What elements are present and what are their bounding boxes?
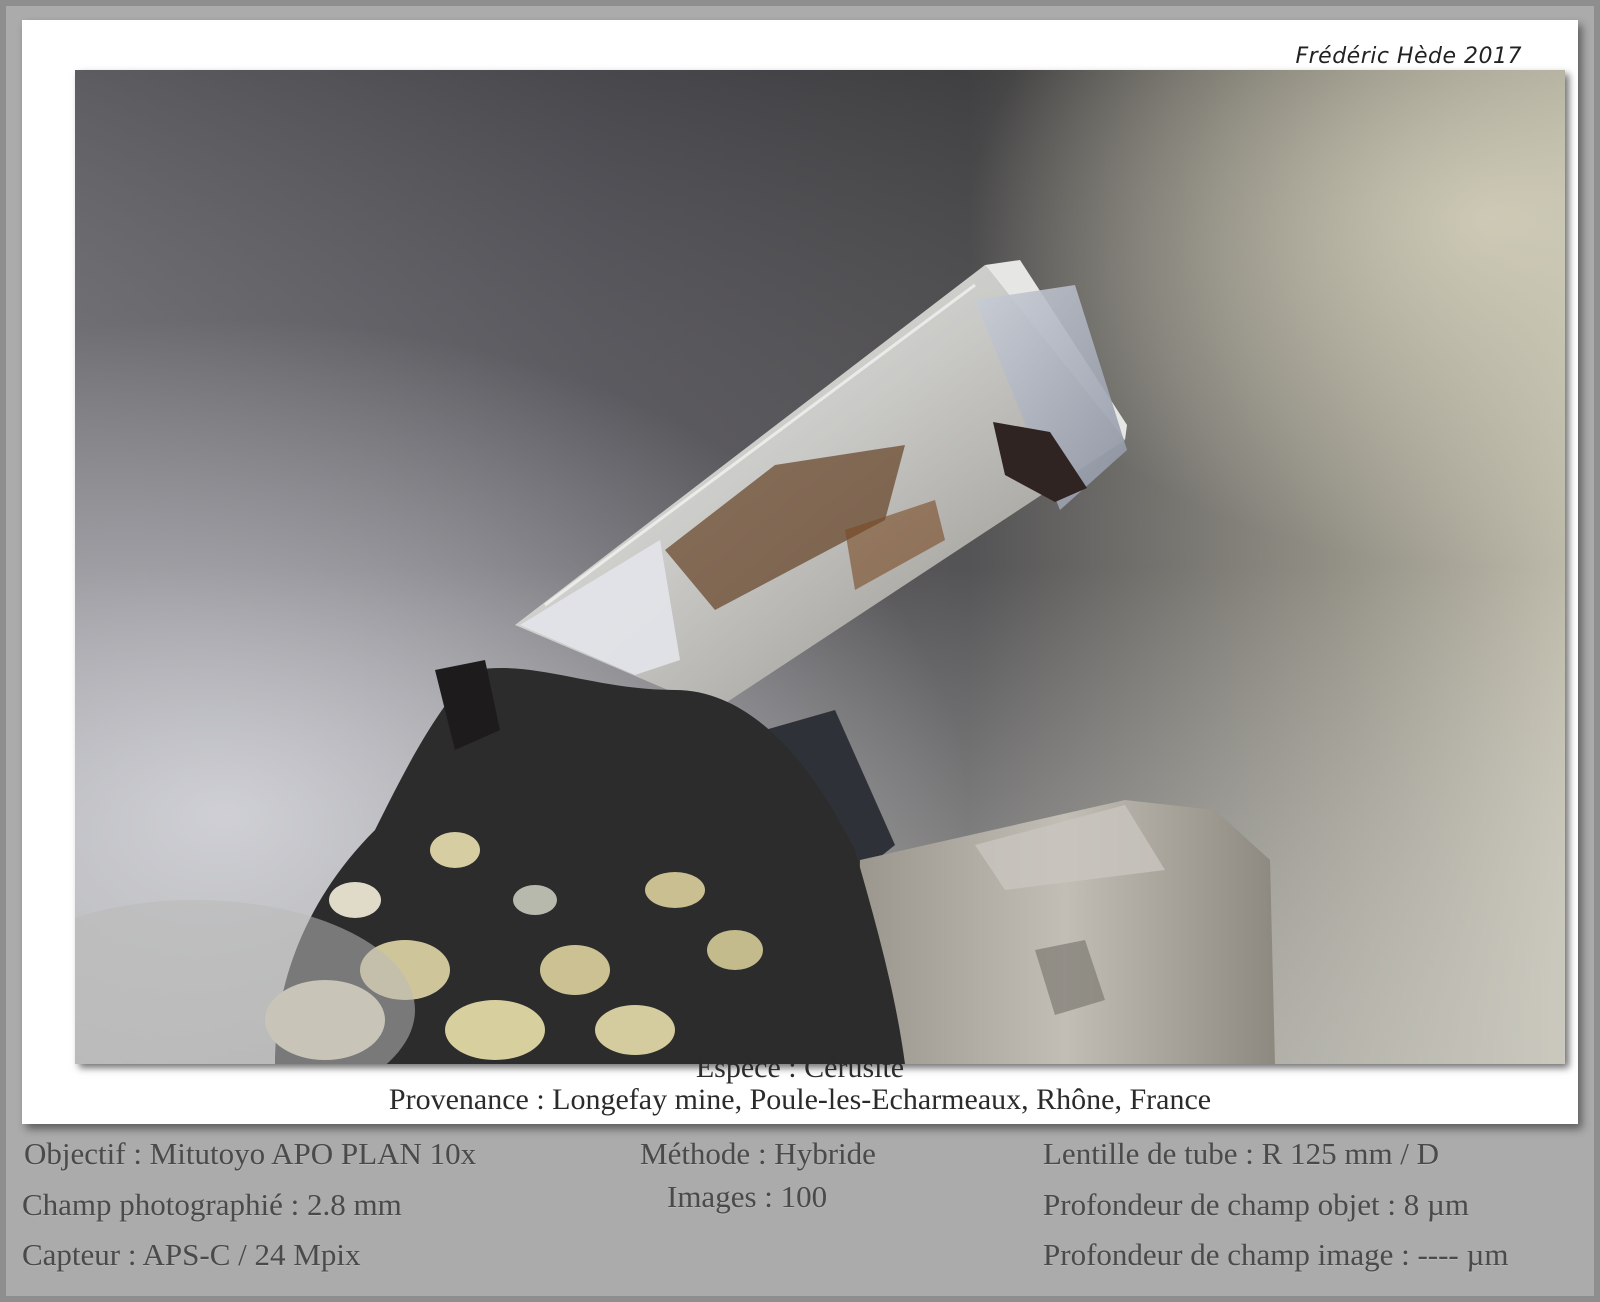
caption-block: Espèce : Cérusite Provenance : Longefay …	[22, 1052, 1578, 1116]
photo-mat: Frédéric Hède 2017	[22, 20, 1578, 1124]
species-caption: Espèce : Cérusite	[695, 1051, 905, 1084]
mineral-photo	[75, 70, 1565, 1064]
provenance-caption: Provenance : Longefay mine, Poule-les-Ec…	[388, 1083, 1212, 1116]
photographer-signature: Frédéric Hède 2017	[1295, 44, 1522, 69]
